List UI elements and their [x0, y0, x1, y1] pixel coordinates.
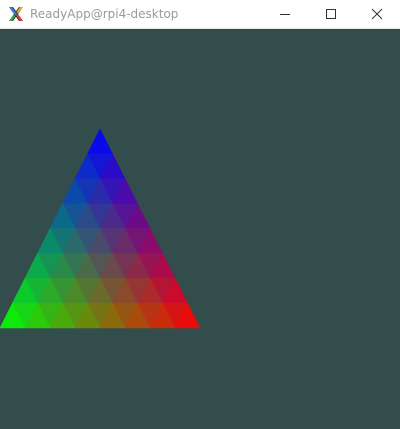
- triangle-facet: [87, 128, 113, 155]
- gradient-triangle: [0, 128, 201, 329]
- x-window-system-icon: [9, 7, 23, 21]
- window-title: ReadyApp@rpi4-desktop: [30, 7, 179, 21]
- close-icon: [371, 8, 383, 20]
- app-window: ReadyApp@rpi4-desktop: [0, 0, 400, 429]
- render-canvas[interactable]: [0, 29, 400, 429]
- minimize-icon: [280, 14, 290, 15]
- minimize-button[interactable]: [262, 0, 308, 28]
- maximize-icon: [326, 9, 336, 19]
- title-bar[interactable]: ReadyApp@rpi4-desktop: [0, 0, 400, 29]
- maximize-button[interactable]: [308, 0, 354, 28]
- close-button[interactable]: [354, 0, 400, 28]
